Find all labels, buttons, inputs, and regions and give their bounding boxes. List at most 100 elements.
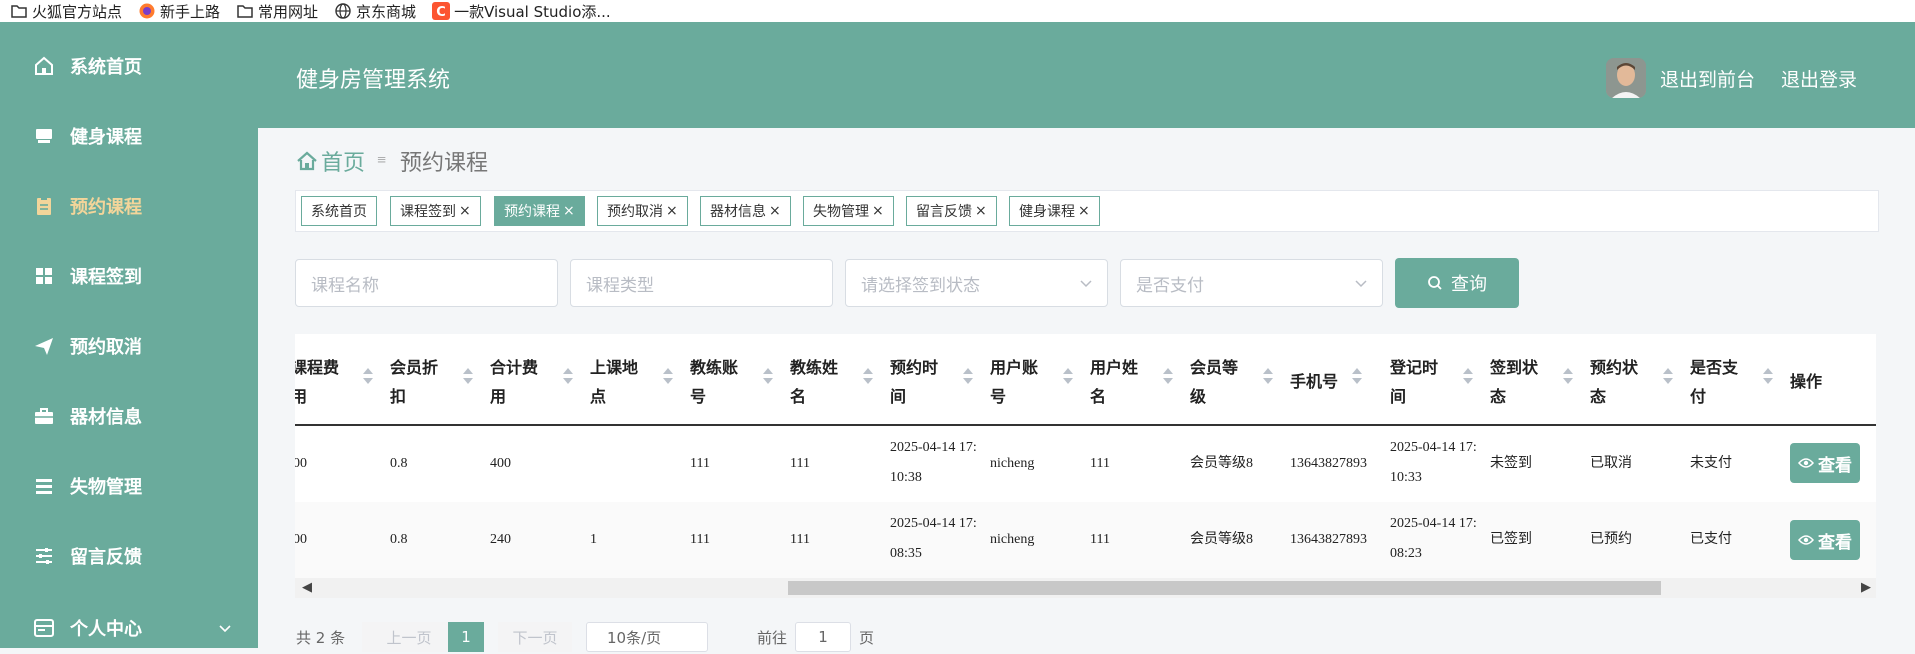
sort-icon[interactable] [1763,368,1773,386]
view-button-label: 查看 [1818,532,1852,552]
bookmark-item[interactable]: 新手上路 [138,1,220,21]
view-button[interactable]: 查看 [1790,520,1860,560]
sort-icon[interactable] [963,368,973,386]
sort-icon[interactable] [1463,368,1473,386]
sort-icon[interactable] [1063,368,1073,386]
sort-icon[interactable] [863,368,873,386]
sort-icon[interactable] [463,368,473,386]
sort-icon[interactable] [1163,368,1173,386]
close-icon[interactable]: × [975,203,987,219]
avatar[interactable] [1606,58,1646,98]
tag-feedback[interactable]: 留言反馈 × [906,196,997,226]
tag-label: 课程签到 [400,204,456,220]
sort-icon[interactable] [763,368,773,386]
column-header[interactable]: 课程费用 [295,354,339,412]
close-icon[interactable]: × [769,203,781,219]
bookmark-item[interactable]: 常用网址 [236,1,318,21]
bookmark-label: 火狐官方站点 [32,2,123,21]
logout-link[interactable]: 退出登录 [1781,65,1857,92]
column-header[interactable]: 用户姓名 [1090,354,1138,412]
tag-home[interactable]: 系统首页 [301,196,377,226]
svg-text:C: C [436,5,446,20]
query-button[interactable]: 查询 [1395,258,1519,308]
column-header[interactable]: 教练账号 [690,354,738,412]
table-row: 00 0.8 240 1 111 111 2025-04-14 17: 08:3… [295,502,1876,578]
sidebar-item-home[interactable]: 系统首页 [0,40,258,92]
column-header[interactable]: 手机号 [1290,368,1338,397]
column-header[interactable]: 是否支付 [1690,354,1738,412]
sidebar-item-lost-found[interactable]: 失物管理 [0,460,258,512]
sort-icon[interactable] [1352,368,1362,386]
booking-table: 课程费用 会员折扣 合计费用 上课地点 教练账号 教练姓名 预约时间 用户账号 … [295,334,1876,598]
sort-icon[interactable] [1563,368,1573,386]
breadcrumb-home-label: 首页 [321,150,366,175]
view-button[interactable]: 查看 [1790,443,1860,483]
scroll-left-icon[interactable]: ◀ [302,579,312,595]
column-header[interactable]: 会员折扣 [390,354,438,412]
column-header[interactable]: 上课地点 [590,354,638,412]
tag-equipment[interactable]: 器材信息 × [700,196,791,226]
scroll-right-icon[interactable]: ▶ [1861,579,1871,595]
column-header[interactable]: 预约时间 [890,354,938,412]
tag-label: 预约取消 [607,204,663,220]
tag-signin[interactable]: 课程签到 × [390,196,481,226]
column-header[interactable]: 会员等级 [1190,354,1238,412]
select-placeholder: 请选择签到状态 [861,275,980,296]
top-header: 健身房管理系统 退出到前台 退出登录 [258,22,1915,128]
sliders-icon [33,545,55,567]
sidebar-item-booking[interactable]: 预约课程 [0,180,258,232]
horizontal-scrollbar[interactable]: ◀ ▶ [295,578,1876,598]
tag-label: 预约课程 [504,204,560,220]
tags-bar: 系统首页 课程签到 × 预约课程 × 预约取消 × 器材信息 × 失物管理 × 留言反馈 ×… [295,190,1879,232]
eye-icon [1798,534,1814,546]
column-header[interactable]: 登记时间 [1390,354,1438,412]
sort-icon[interactable] [663,368,673,386]
bookmark-label: 京东商城 [356,2,417,21]
tag-courses[interactable]: 健身课程 × [1009,196,1100,226]
bookmark-item[interactable]: C 一款Visual Studio添... [432,1,611,21]
column-header[interactable]: 合计费用 [490,354,538,412]
column-header[interactable]: 用户账号 [990,354,1038,412]
sidebar-item-personal-center[interactable]: 个人中心 [0,602,258,654]
tag-booking[interactable]: 预约课程 × [494,196,585,226]
sort-icon[interactable] [363,368,373,386]
home-icon [296,150,318,172]
course-name-input[interactable]: 课程名称 [295,259,558,307]
close-icon[interactable]: × [872,203,884,219]
eye-icon [1798,457,1814,469]
sidebar-item-courses[interactable]: 健身课程 [0,110,258,162]
sidebar-item-cancel[interactable]: 预约取消 [0,320,258,372]
tag-lost-found[interactable]: 失物管理 × [803,196,894,226]
exit-to-frontend-link[interactable]: 退出到前台 [1660,65,1755,92]
sort-icon[interactable] [1663,368,1673,386]
signin-status-select[interactable]: 请选择签到状态 [845,259,1108,307]
scrollbar-thumb[interactable] [788,581,1661,595]
sidebar-item-label: 预约课程 [70,197,142,217]
view-button-label: 查看 [1818,455,1852,475]
bookmarks-bar: 火狐官方站点 新手上路 常用网址 京东商城 C 一款Visual Studio添… [0,0,1915,22]
sidebar-item-equipment[interactable]: 器材信息 [0,390,258,442]
breadcrumb-home[interactable]: 首页 [296,145,365,177]
column-header[interactable]: 教练姓名 [790,354,838,412]
bookmark-item[interactable]: 京东商城 [334,1,416,21]
tag-cancel[interactable]: 预约取消 × [597,196,688,226]
course-type-input[interactable]: 课程类型 [570,259,833,307]
select-placeholder: 是否支付 [1136,275,1204,296]
bookmark-item[interactable]: 火狐官方站点 [10,1,122,21]
paid-select[interactable]: 是否支付 [1120,259,1383,307]
sidebar-item-feedback[interactable]: 留言反馈 [0,530,258,582]
globe-icon [335,3,351,19]
chevron-down-icon [1354,274,1368,297]
close-icon[interactable]: × [1078,203,1090,219]
column-header: 操作 [1790,374,1823,391]
tag-label: 健身课程 [1019,204,1075,220]
close-icon[interactable]: × [459,203,471,219]
sort-icon[interactable] [563,368,573,386]
column-header[interactable]: 签到状态 [1490,354,1538,412]
breadcrumb-current: 预约课程 [400,150,489,175]
column-header[interactable]: 预约状态 [1590,354,1638,412]
sidebar-item-signin[interactable]: 课程签到 [0,250,258,302]
sort-icon[interactable] [1263,368,1273,386]
close-icon[interactable]: × [666,203,678,219]
close-icon[interactable]: × [563,203,575,219]
